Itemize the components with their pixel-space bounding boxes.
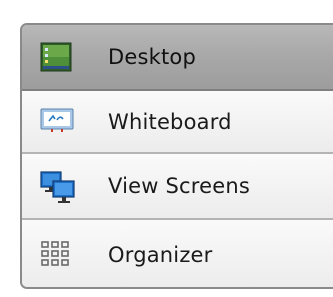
navigation-menu: Desktop Whiteboard View Screens Organize… <box>20 23 333 289</box>
view-screens-icon <box>40 171 75 203</box>
desktop-icon <box>40 42 72 72</box>
menu-item-desktop[interactable]: Desktop <box>22 25 333 91</box>
menu-item-label: Whiteboard <box>108 109 232 134</box>
menu-item-view-screens[interactable]: View Screens <box>22 154 333 220</box>
whiteboard-icon <box>40 107 74 137</box>
menu-item-label: Desktop <box>108 45 197 69</box>
menu-item-label: View Screens <box>108 174 251 198</box>
menu-item-whiteboard[interactable]: Whiteboard <box>22 91 333 154</box>
organizer-grid-icon <box>40 240 72 270</box>
menu-item-label: Organizer <box>108 242 213 267</box>
menu-item-organizer[interactable]: Organizer <box>22 220 333 287</box>
